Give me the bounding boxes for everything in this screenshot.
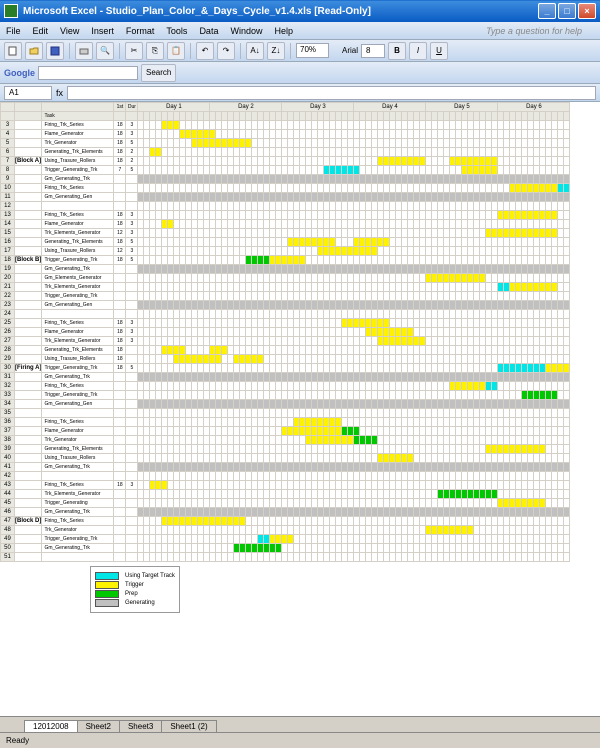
formula-bar: A1 fx: [0, 84, 600, 102]
google-toolbar: Google Search: [0, 62, 600, 84]
copy-button[interactable]: ⎘: [146, 42, 164, 60]
standard-toolbar: 🔍 ✂ ⎘ 📋 ↶ ↷ A↓ Z↓ 70% Arial 8 B I U: [0, 40, 600, 62]
sheet-tab[interactable]: Sheet2: [77, 720, 120, 732]
menu-format[interactable]: Format: [126, 26, 155, 36]
sheet-tab-active[interactable]: 12012008: [24, 720, 78, 732]
worksheet-area[interactable]: 1stDurDay 1Day 2Day 3Day 4Day 5Day 6Task…: [0, 102, 600, 716]
font-name[interactable]: Arial: [342, 46, 358, 55]
help-hint[interactable]: Type a question for help: [486, 26, 582, 36]
menu-insert[interactable]: Insert: [91, 26, 114, 36]
google-search-input[interactable]: [38, 66, 138, 80]
menu-edit[interactable]: Edit: [33, 26, 49, 36]
bold-button[interactable]: B: [388, 42, 406, 60]
status-text: Ready: [6, 736, 29, 745]
sheet-tab[interactable]: Sheet3: [119, 720, 162, 732]
app-icon: [4, 4, 18, 18]
status-bar: Ready: [0, 732, 600, 748]
preview-button[interactable]: 🔍: [96, 42, 114, 60]
open-button[interactable]: [25, 42, 43, 60]
menu-data[interactable]: Data: [199, 26, 218, 36]
print-button[interactable]: [75, 42, 93, 60]
paste-button[interactable]: 📋: [167, 42, 185, 60]
menu-help[interactable]: Help: [274, 26, 293, 36]
menu-tools[interactable]: Tools: [166, 26, 187, 36]
underline-button[interactable]: U: [430, 42, 448, 60]
zoom-select[interactable]: 70%: [296, 43, 329, 58]
menubar: File Edit View Insert Format Tools Data …: [0, 22, 600, 40]
close-button[interactable]: ×: [578, 3, 596, 19]
google-search-button[interactable]: Search: [141, 64, 176, 82]
save-button[interactable]: [46, 42, 64, 60]
sheet-tab[interactable]: Sheet1 (2): [161, 720, 216, 732]
menu-view[interactable]: View: [60, 26, 79, 36]
name-box[interactable]: A1: [4, 86, 52, 100]
titlebar: Microsoft Excel - Studio_Plan_Color_&_Da…: [0, 0, 600, 22]
menu-window[interactable]: Window: [230, 26, 262, 36]
minimize-button[interactable]: _: [538, 3, 556, 19]
new-button[interactable]: [4, 42, 22, 60]
menu-file[interactable]: File: [6, 26, 21, 36]
worksheet-grid[interactable]: 1stDurDay 1Day 2Day 3Day 4Day 5Day 6Task…: [0, 102, 570, 562]
sort-asc-button[interactable]: A↓: [246, 42, 264, 60]
undo-button[interactable]: ↶: [196, 42, 214, 60]
redo-button[interactable]: ↷: [217, 42, 235, 60]
font-size[interactable]: 8: [361, 44, 385, 58]
legend: Using Target TrackTriggerPrepGenerating: [90, 566, 180, 613]
italic-button[interactable]: I: [409, 42, 427, 60]
sort-desc-button[interactable]: Z↓: [267, 42, 285, 60]
google-label: Google: [4, 68, 35, 78]
formula-input[interactable]: [67, 86, 596, 100]
maximize-button[interactable]: □: [558, 3, 576, 19]
window-title: Microsoft Excel - Studio_Plan_Color_&_Da…: [23, 6, 371, 17]
cut-button[interactable]: ✂: [125, 42, 143, 60]
